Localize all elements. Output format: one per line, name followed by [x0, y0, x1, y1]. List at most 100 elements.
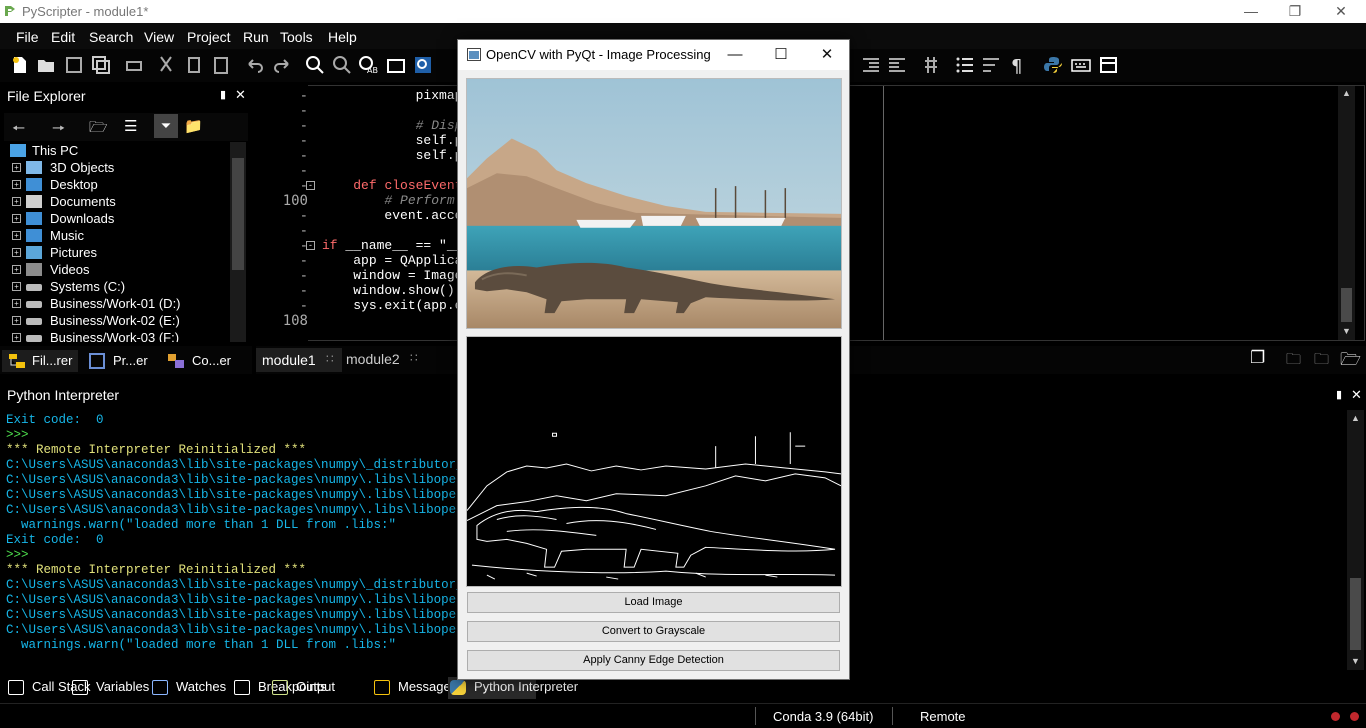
tab-module2[interactable]: module2 ∷	[346, 348, 426, 372]
cut-icon[interactable]	[156, 55, 176, 75]
view-options-icon[interactable]: ☰	[124, 117, 137, 135]
tab-layout-icon[interactable]: ❐	[1250, 348, 1265, 368]
folder-icon[interactable]: 🗁	[1340, 347, 1361, 376]
menu-file[interactable]: File	[16, 29, 39, 45]
code-line[interactable]: if __name__ == "__m	[322, 238, 470, 253]
scroll-up-icon[interactable]: ▲	[1351, 413, 1360, 423]
code-line[interactable]: # Perform c	[322, 193, 470, 208]
fold-icon[interactable]: -	[306, 181, 315, 190]
next-tab-icon[interactable]: 🗀	[1314, 349, 1329, 374]
find-next-icon[interactable]	[332, 55, 352, 75]
close-panel-icon[interactable]: ✕	[1351, 387, 1362, 403]
search-box-icon[interactable]	[413, 55, 433, 75]
print-icon[interactable]	[124, 55, 144, 75]
code-line[interactable]: # Displ	[322, 118, 471, 133]
tab-file-explorer[interactable]: Fil...rer	[2, 350, 78, 372]
code-line[interactable]: sys.exit(app.ex	[322, 298, 470, 313]
expand-icon[interactable]: +	[12, 265, 21, 274]
tree-item[interactable]: This PC	[4, 142, 232, 159]
indent-icon[interactable]	[861, 55, 881, 75]
layout-icon[interactable]	[1099, 55, 1119, 75]
code-line[interactable]: event.accept	[322, 208, 478, 223]
replace-icon[interactable]: AB	[358, 55, 378, 75]
new-file-icon[interactable]	[10, 55, 30, 75]
tool-tab-watches[interactable]: Watches	[150, 677, 228, 699]
tab-code-explorer[interactable]: Co...er	[167, 350, 242, 372]
wrap-icon[interactable]	[981, 55, 1001, 75]
code-line[interactable]: self.pr	[322, 148, 471, 163]
find-icon[interactable]	[305, 55, 325, 75]
fold-icon[interactable]: -	[306, 241, 315, 250]
tree-item[interactable]: + Music	[4, 227, 232, 244]
tree-item[interactable]: + Business/Work-03 (F:)	[4, 329, 232, 342]
pilcrow-icon[interactable]: ¶	[1008, 55, 1028, 77]
dedent-icon[interactable]	[887, 55, 907, 75]
menu-run[interactable]: Run	[243, 29, 269, 45]
status-mode[interactable]: Remote	[920, 709, 966, 724]
expand-icon[interactable]: +	[12, 248, 21, 257]
expand-icon[interactable]: +	[12, 316, 21, 325]
code-line[interactable]: pixmap	[322, 88, 463, 103]
restore-button[interactable]: ❐	[1272, 0, 1318, 23]
editor-scrollbar[interactable]: ▲ ▼	[1338, 86, 1355, 340]
close-button[interactable]: ✕	[1318, 0, 1364, 23]
file-tree-scrollbar[interactable]	[230, 142, 246, 342]
menu-tools[interactable]: Tools	[280, 29, 313, 45]
app-maximize-button[interactable]: ☐	[758, 40, 804, 70]
previous-tab-icon[interactable]: 🗀	[1286, 349, 1301, 374]
expand-icon[interactable]: +	[12, 299, 21, 308]
find-in-files-icon[interactable]	[386, 55, 406, 75]
scroll-down-icon[interactable]: ▼	[1351, 656, 1360, 666]
code-line[interactable]: window = ImageP	[322, 268, 470, 283]
pin-icon[interactable]: ▮	[1336, 388, 1342, 401]
code-line[interactable]: def closeEvent(	[322, 178, 470, 193]
tree-item[interactable]: + Downloads	[4, 210, 232, 227]
pin-icon[interactable]: ▮	[220, 88, 226, 101]
scrollbar-thumb[interactable]	[232, 158, 244, 270]
expand-icon[interactable]: +	[12, 282, 21, 291]
tree-item[interactable]: + Business/Work-02 (E:)	[4, 312, 232, 329]
scrollbar-thumb[interactable]	[1350, 578, 1361, 650]
new-folder-icon[interactable]: 📁	[184, 117, 203, 135]
menu-project[interactable]: Project	[187, 29, 231, 45]
load-image-button[interactable]: Load Image	[467, 592, 840, 613]
tree-item[interactable]: + Pictures	[4, 244, 232, 261]
undo-icon[interactable]	[245, 55, 265, 75]
menu-search[interactable]: Search	[89, 29, 133, 45]
keyboard-icon[interactable]	[1071, 55, 1091, 75]
expand-icon[interactable]: +	[12, 333, 21, 342]
python-icon[interactable]	[1043, 55, 1063, 75]
tool-tab-messages[interactable]: Messages	[372, 677, 458, 699]
code-line[interactable]: self.pr	[322, 133, 471, 148]
app-close-button[interactable]: ✕	[804, 40, 850, 70]
tab-close-icon[interactable]: ∷	[326, 352, 334, 366]
save-all-icon[interactable]	[91, 55, 111, 75]
tab-module1[interactable]: module1 ∷	[256, 348, 342, 372]
comment-icon[interactable]	[921, 55, 941, 75]
tree-item[interactable]: + Business/Work-01 (D:)	[4, 295, 232, 312]
tree-item[interactable]: +3D Objects	[4, 159, 232, 176]
app-minimize-button[interactable]: —	[712, 40, 758, 70]
filter-icon[interactable]: ⏷	[154, 114, 178, 138]
code-line[interactable]: app = QApplicat	[322, 253, 470, 268]
copy-icon[interactable]	[184, 55, 204, 75]
redo-icon[interactable]	[272, 55, 292, 75]
tree-item[interactable]: + Videos	[4, 261, 232, 278]
expand-icon[interactable]: +	[12, 197, 21, 206]
tab-project-explorer[interactable]: Pr...er	[88, 350, 158, 372]
grayscale-button[interactable]: Convert to Grayscale	[467, 621, 840, 642]
tab-close-icon[interactable]: ∷	[410, 351, 418, 365]
tool-tab-variables[interactable]: Variables	[70, 677, 149, 699]
menu-view[interactable]: View	[144, 29, 174, 45]
status-environment[interactable]: Conda 3.9 (64bit)	[773, 709, 873, 724]
code-line[interactable]: window.show()	[322, 283, 454, 298]
tree-item[interactable]: + Documents	[4, 193, 232, 210]
interpreter-scrollbar[interactable]: ▲ ▼	[1347, 410, 1364, 670]
scrollbar-thumb[interactable]	[1341, 288, 1352, 322]
save-icon[interactable]	[64, 55, 84, 75]
forward-icon[interactable]: 🠖	[52, 118, 65, 143]
menu-help[interactable]: Help	[328, 29, 357, 45]
tool-tab-output[interactable]: Output	[270, 677, 342, 699]
open-file-icon[interactable]	[36, 55, 56, 75]
scroll-up-icon[interactable]: ▲	[1342, 88, 1351, 98]
